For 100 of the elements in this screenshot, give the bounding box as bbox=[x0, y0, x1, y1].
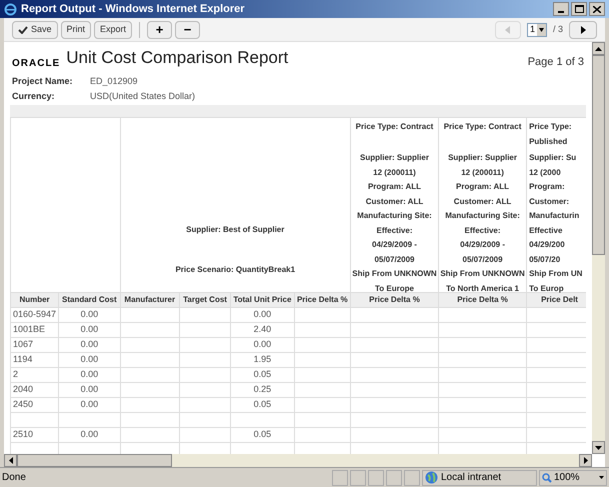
table-cell-text: 0.00 bbox=[80, 399, 98, 410]
checkmark-icon bbox=[18, 26, 28, 34]
security-zone: Local intranet bbox=[441, 471, 502, 485]
header-text: To Europ bbox=[529, 282, 565, 295]
header-text: Ship From UNKNOWN bbox=[351, 268, 438, 280]
table-cell-text: 1.95 bbox=[254, 354, 272, 364]
scrollbar-thumb[interactable] bbox=[17, 454, 172, 467]
table-cell-text: 2.40 bbox=[254, 324, 272, 334]
close-button[interactable] bbox=[589, 2, 605, 16]
page-indicator: Page 1 of 3 bbox=[528, 55, 584, 70]
toolbar-button[interactable]: Save bbox=[12, 20, 58, 38]
table-cell-text: 0.25 bbox=[254, 384, 272, 394]
table-cell-text: 0.05 bbox=[254, 369, 272, 380]
header-text: Program: bbox=[529, 181, 566, 193]
column-header: Price Delta % bbox=[294, 292, 350, 308]
header-text: 05/07/2009 bbox=[373, 254, 416, 266]
table-cell-text: 0.00 bbox=[80, 354, 98, 364]
horizontal-scrollbar[interactable] bbox=[4, 454, 592, 467]
header-text: Ship From UNKNOWN bbox=[439, 268, 526, 280]
table-cell-text: 1001BE bbox=[13, 324, 46, 334]
table-cell-text: 2450 bbox=[13, 399, 34, 410]
header-text: 05/07/2009 bbox=[462, 254, 504, 266]
window-title: Report Output - Windows Internet Explorer bbox=[21, 2, 245, 17]
table-cell-text: 1067 bbox=[13, 339, 34, 350]
field-value: ED_012909 bbox=[90, 75, 138, 88]
right-arrow-icon bbox=[584, 457, 588, 464]
header-text: Supplier: Su bbox=[529, 152, 578, 164]
table-cell-text: 2 bbox=[13, 369, 18, 380]
toolbar-button[interactable]: Print bbox=[60, 20, 92, 38]
zoom-control[interactable]: 100% bbox=[539, 470, 607, 486]
column-header: Standard Cost bbox=[58, 292, 120, 308]
page-total: / 3 bbox=[552, 22, 563, 36]
header-text: Price Type: bbox=[529, 121, 573, 133]
header-text: Program: ALL bbox=[455, 181, 510, 193]
header-text: To North America 1 bbox=[445, 282, 520, 294]
zoom-out-button[interactable]: − bbox=[175, 20, 200, 38]
table-cell-text: 0.00 bbox=[80, 324, 98, 334]
table-cell-text: 0.00 bbox=[80, 384, 98, 394]
header-text: Ship From UN bbox=[529, 268, 584, 280]
browser-logo-icon bbox=[4, 2, 17, 16]
table-cell-text: 0.00 bbox=[80, 309, 98, 320]
status-pane bbox=[386, 470, 402, 486]
table-cell-text: 0160-5947 bbox=[13, 309, 56, 320]
left-arrow-icon bbox=[505, 26, 510, 34]
maximize-button[interactable] bbox=[571, 2, 587, 16]
up-arrow-icon bbox=[595, 46, 602, 50]
header-text: Customer: bbox=[529, 196, 570, 208]
caret-icon bbox=[599, 476, 604, 479]
table-cell-text: 0.05 bbox=[254, 399, 272, 410]
header-text: Effective: bbox=[464, 224, 502, 236]
header-text: Program: ALL bbox=[366, 181, 422, 193]
status-pane bbox=[368, 470, 384, 486]
status-pane bbox=[404, 470, 420, 486]
header-text: Price Scenario: QuantityBreak1 bbox=[174, 264, 296, 276]
globe-icon bbox=[425, 471, 438, 484]
scrollbar-thumb[interactable] bbox=[592, 55, 605, 255]
header-text: To Europe bbox=[374, 282, 415, 295]
header-text: Price Type: Contract bbox=[354, 121, 434, 133]
column-header: Price Delt bbox=[526, 292, 586, 308]
toolbar-button[interactable]: Export bbox=[94, 20, 132, 38]
down-arrow-icon bbox=[595, 446, 602, 450]
table-cell-text: 2040 bbox=[13, 384, 34, 394]
field-label: Project Name: bbox=[12, 75, 74, 88]
status-text: Done bbox=[2, 471, 27, 485]
left-arrow-icon bbox=[8, 457, 12, 464]
page-select[interactable]: 1 bbox=[526, 22, 547, 36]
table-cell-text: 2510 bbox=[13, 429, 34, 440]
header-text: Supplier: Best of Supplier bbox=[185, 224, 286, 236]
table-cell-text: 0.00 bbox=[80, 369, 98, 380]
header-text: 04/29/2009 - bbox=[459, 239, 506, 251]
header-text: Published bbox=[529, 136, 568, 148]
column-header: Target Cost bbox=[179, 292, 231, 308]
table-cell-text: 0.05 bbox=[254, 429, 272, 440]
column-header: Price Delta % bbox=[438, 292, 527, 308]
zoom-in-button[interactable]: + bbox=[147, 20, 172, 38]
header-text: 04/29/200 bbox=[529, 239, 566, 251]
report-title: Unit Cost Comparison Report bbox=[66, 48, 288, 68]
header-text: 05/07/20 bbox=[529, 254, 562, 266]
vertical-scrollbar[interactable] bbox=[592, 42, 605, 454]
maximize-icon bbox=[574, 5, 584, 13]
header-text: 04/29/2009 - bbox=[371, 239, 418, 251]
next-page-button[interactable] bbox=[569, 20, 597, 38]
table-cell-text: 0.00 bbox=[80, 429, 98, 440]
field-label: Currency: bbox=[12, 90, 56, 103]
header-text: Customer: ALL bbox=[452, 196, 512, 208]
column-header: Number bbox=[10, 292, 59, 308]
column-header: Price Delta % bbox=[350, 292, 439, 308]
header-text: Price Type: Contract bbox=[442, 121, 522, 133]
header-text: Customer: ALL bbox=[364, 196, 424, 208]
header-text: Supplier: Supplier bbox=[447, 152, 518, 164]
header-text: 12 (200011) bbox=[372, 166, 417, 179]
minimize-button[interactable] bbox=[553, 2, 569, 16]
header-text: Manufacturin bbox=[529, 210, 580, 222]
header-text: 12 (2000 bbox=[529, 166, 562, 179]
right-arrow-icon bbox=[580, 26, 586, 34]
header-text: Effective: bbox=[375, 224, 414, 236]
close-icon bbox=[593, 6, 601, 12]
header-text: Manufacturing Site: bbox=[356, 210, 433, 222]
field-value: USD(United States Dollar) bbox=[90, 90, 196, 103]
table-cell-text: 0.00 bbox=[254, 339, 272, 350]
